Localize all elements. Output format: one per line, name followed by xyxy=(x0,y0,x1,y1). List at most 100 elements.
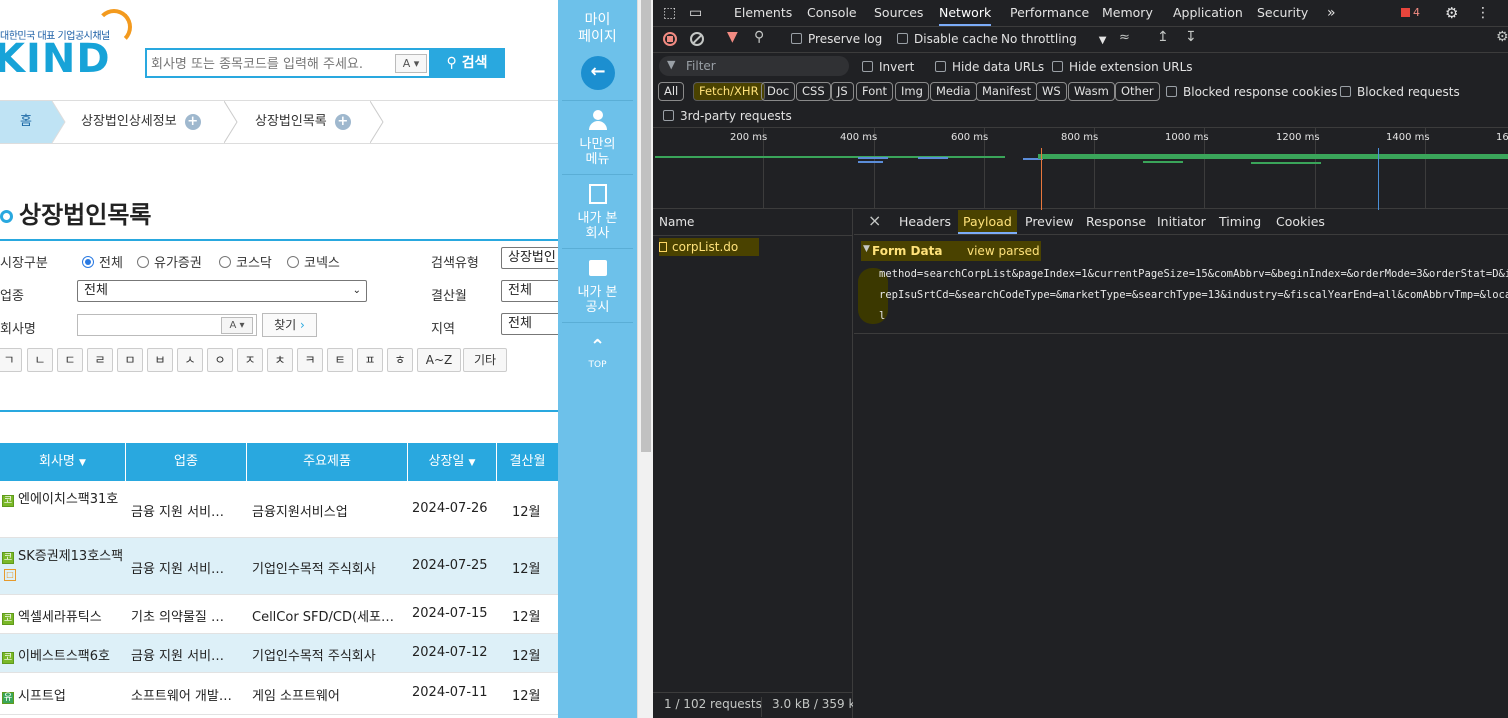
column-header-listed[interactable]: 상장일 ▼ xyxy=(408,443,497,481)
top-button[interactable]: TOP xyxy=(558,358,637,373)
view-parsed-toggle[interactable]: view parsed xyxy=(967,244,1040,258)
table-row[interactable]: 코 SK증권제13호스팩□ 금융 지원 서비… 기업인수목적 주식회사 2024-… xyxy=(0,538,558,595)
more-options-icon[interactable]: ⋮ xyxy=(1476,0,1490,26)
tab-headers[interactable]: Headers xyxy=(899,210,951,234)
radio-market-kospi[interactable]: 유가증권 xyxy=(137,252,202,271)
hide-data-urls-checkbox[interactable]: Hide data URLs xyxy=(935,60,1044,74)
tab-cookies[interactable]: Cookies xyxy=(1276,210,1325,234)
radio-market-konex[interactable]: 코넥스 xyxy=(287,252,340,271)
type-filter-all[interactable]: All xyxy=(658,82,685,101)
mypage-label[interactable]: 마이 페이지 xyxy=(558,12,637,46)
fiscal-select[interactable]: 전체 xyxy=(501,280,558,302)
consonant-button[interactable]: ㅎ xyxy=(387,348,413,372)
consonant-button[interactable]: ㄴ xyxy=(27,348,53,372)
industry-select[interactable]: 전체 ⌄ xyxy=(77,280,367,302)
tab-response[interactable]: Response xyxy=(1086,210,1146,234)
tab-network[interactable]: Network xyxy=(939,0,992,26)
consonant-button[interactable]: ㅍ xyxy=(357,348,383,372)
tab-performance[interactable]: Performance xyxy=(1010,0,1089,26)
inspect-element-icon[interactable]: ⬚ xyxy=(663,0,676,26)
scrollbar-thumb[interactable] xyxy=(641,0,651,452)
network-overview-timeline[interactable]: 200 ms 400 ms 600 ms 800 ms 1000 ms 1200… xyxy=(653,127,1508,210)
tab-memory[interactable]: Memory xyxy=(1102,0,1153,26)
company-name-input[interactable]: A ▾ xyxy=(77,314,257,336)
breadcrumb-item-corp-list[interactable]: 상장법인목록 + xyxy=(255,101,351,143)
hide-extension-urls-checkbox[interactable]: Hide extension URLs xyxy=(1052,60,1193,74)
name-column-header[interactable]: Name xyxy=(659,215,694,229)
consonant-button[interactable]: ㅈ xyxy=(237,348,263,372)
type-filter-ws[interactable]: WS xyxy=(1036,82,1067,101)
company-name[interactable]: 엔에이치스팩31호 xyxy=(18,492,118,507)
column-header-product[interactable]: 주요제품 xyxy=(247,443,408,481)
viewed-company-button[interactable]: 내가 본 회사 xyxy=(558,211,637,241)
tab-initiator[interactable]: Initiator xyxy=(1157,210,1206,234)
company-name[interactable]: 엑셀세라퓨틱스 xyxy=(18,610,102,625)
column-header-industry[interactable]: 업종 xyxy=(126,443,247,481)
consonant-button[interactable]: ㅌ xyxy=(327,348,353,372)
type-filter-media[interactable]: Media xyxy=(930,82,977,101)
consonant-button-other[interactable]: 기타 xyxy=(463,348,507,372)
radio-market-kosdaq[interactable]: 코스닥 xyxy=(219,252,272,271)
column-header-fiscal[interactable]: 결산월 xyxy=(497,443,558,481)
type-filter-js[interactable]: JS xyxy=(831,82,854,101)
network-conditions-icon[interactable]: ≈ xyxy=(1119,30,1130,45)
company-name[interactable]: 시프트업 xyxy=(18,689,66,704)
type-filter-other[interactable]: Other xyxy=(1115,82,1160,101)
invert-checkbox[interactable]: Invert xyxy=(862,60,914,74)
tab-application[interactable]: Application xyxy=(1173,0,1243,26)
type-filter-fetch-xhr[interactable]: Fetch/XHR xyxy=(693,82,765,101)
breadcrumb-home[interactable]: 홈 xyxy=(0,101,52,143)
consonant-button[interactable]: ㄷ xyxy=(57,348,83,372)
find-button[interactable]: 찾기 › xyxy=(262,313,317,337)
column-header-company[interactable]: 회사명 ▼ xyxy=(0,443,126,481)
chevron-up-icon[interactable]: ⌃ xyxy=(558,338,637,356)
blocked-response-cookies-checkbox[interactable]: Blocked response cookies xyxy=(1166,85,1337,99)
consonant-button[interactable]: ㅊ xyxy=(267,348,293,372)
search-icon[interactable]: ⚲ xyxy=(754,29,764,45)
consonant-button-az[interactable]: A~Z xyxy=(417,348,461,372)
device-toolbar-icon[interactable]: ▭ xyxy=(689,0,702,26)
ime-toggle[interactable]: A ▾ xyxy=(395,54,427,73)
breadcrumb-item-corp-detail[interactable]: 상장법인상세정보 + xyxy=(81,101,201,143)
close-icon[interactable]: × xyxy=(868,211,881,230)
table-row[interactable]: 코 엔에이치스팩31호 금융 지원 서비… 금융지원서비스업 2024-07-26… xyxy=(0,481,558,538)
kind-logo[interactable]: KIND xyxy=(0,39,111,79)
consonant-button[interactable]: ㅂ xyxy=(147,348,173,372)
consonant-button[interactable]: ㄹ xyxy=(87,348,113,372)
tab-payload[interactable]: Payload xyxy=(958,210,1017,234)
preserve-log-checkbox[interactable]: Preserve log xyxy=(791,32,882,46)
company-cell[interactable]: 코 SK증권제13호스팩□ xyxy=(2,548,124,582)
type-filter-font[interactable]: Font xyxy=(856,82,894,101)
type-filter-wasm[interactable]: Wasm xyxy=(1068,82,1115,101)
consonant-button[interactable]: ㅁ xyxy=(117,348,143,372)
request-row-corplist[interactable]: corpList.do xyxy=(659,238,759,256)
search-input[interactable] xyxy=(151,54,391,74)
company-name[interactable]: SK증권제13호스팩 xyxy=(18,549,123,564)
company-cell[interactable]: 코 엑셀세라퓨틱스 xyxy=(2,606,124,625)
disable-cache-checkbox[interactable]: Disable cache xyxy=(897,32,998,46)
radio-market-all[interactable]: 전체 xyxy=(82,252,123,271)
blocked-requests-checkbox[interactable]: Blocked requests xyxy=(1340,85,1460,99)
issues-badge[interactable]: 4 xyxy=(1401,0,1420,26)
tab-security[interactable]: Security xyxy=(1257,0,1308,26)
company-cell[interactable]: 유 시프트업 xyxy=(2,685,124,704)
plus-icon[interactable]: + xyxy=(334,113,351,130)
tab-sources[interactable]: Sources xyxy=(874,0,923,26)
tab-console[interactable]: Console xyxy=(807,0,857,26)
region-select[interactable]: 전체 xyxy=(501,313,558,335)
consonant-button[interactable]: ㅋ xyxy=(297,348,323,372)
search-type-select[interactable]: 상장법인 xyxy=(501,247,558,269)
arrow-left-icon[interactable]: ← xyxy=(581,56,615,90)
more-tabs-icon[interactable]: » xyxy=(1327,0,1336,26)
my-menu-button[interactable]: 나만의 메뉴 xyxy=(558,137,637,167)
settings-gear-icon[interactable]: ⚙ xyxy=(1445,0,1458,26)
type-filter-css[interactable]: CSS xyxy=(796,82,831,101)
third-party-checkbox[interactable]: 3rd-party requests xyxy=(663,109,792,123)
consonant-button[interactable]: ㅅ xyxy=(177,348,203,372)
company-cell[interactable]: 코 엔에이치스팩31호 xyxy=(2,491,124,508)
company-name[interactable]: 이베스트스팩6호 xyxy=(18,649,110,664)
filter-input[interactable]: ▼ Filter xyxy=(659,56,849,76)
tab-preview[interactable]: Preview xyxy=(1025,210,1074,234)
table-row[interactable]: 유 시프트업 소프트웨어 개발… 게임 소프트웨어 2024-07-11 12월 xyxy=(0,673,558,715)
tab-elements[interactable]: Elements xyxy=(734,0,792,26)
